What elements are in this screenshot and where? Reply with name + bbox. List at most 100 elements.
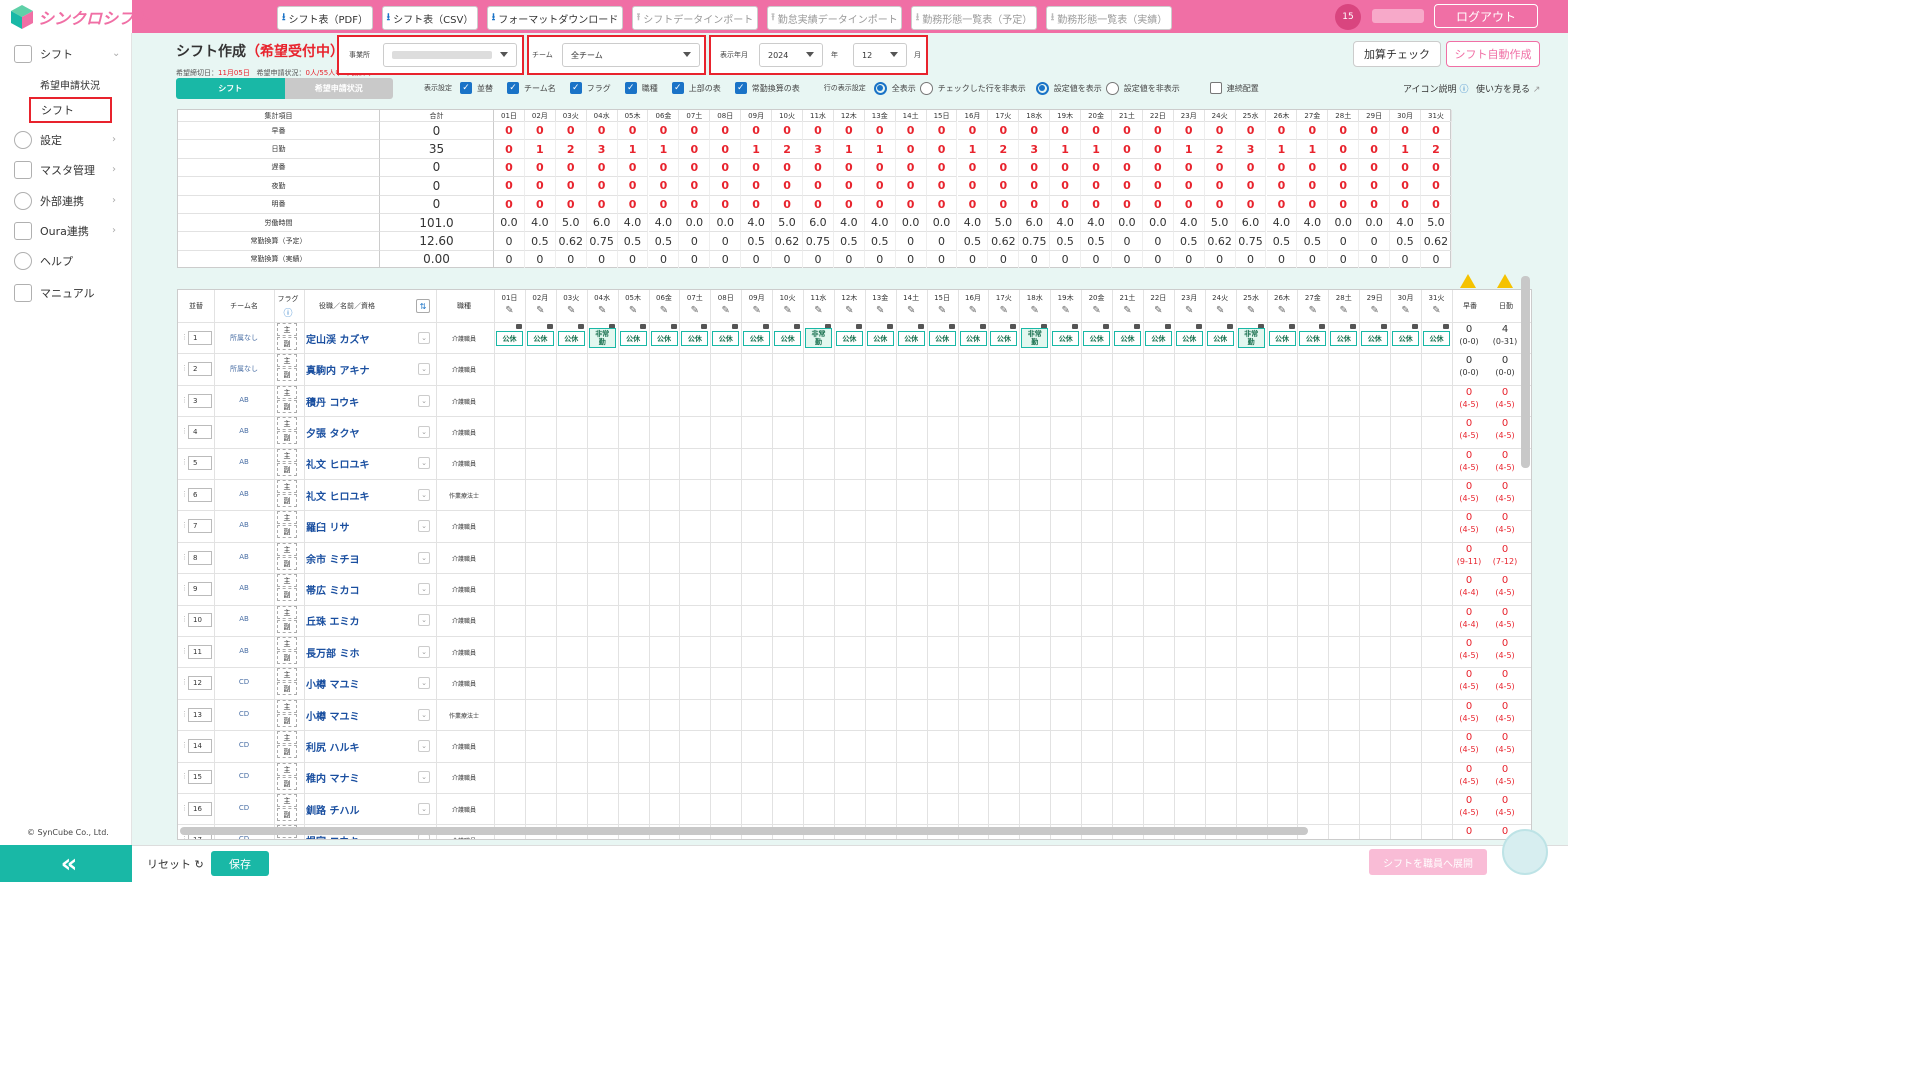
auto-create-button[interactable]: シフト自動作成 [1446, 41, 1540, 67]
flag-sub[interactable]: 副 [277, 462, 297, 476]
shift-cell[interactable]: 公休 [866, 331, 894, 346]
staff-name[interactable]: 真駒内 アキナ [306, 362, 369, 377]
edit-pencil-icon[interactable]: ✎ [649, 304, 680, 316]
shift-import-button[interactable]: ⭱ シフトデータインポート [632, 6, 758, 30]
sort-icon[interactable]: ⇅ [416, 299, 430, 313]
checkbox-team[interactable]: ✓ [507, 82, 519, 94]
staff-name[interactable]: 定山渓 カズヤ [306, 331, 369, 346]
chevron-down-icon[interactable]: ⌄ [418, 677, 430, 690]
shift-cell[interactable]: 公休 [1144, 331, 1172, 346]
flag-badges[interactable]: 主副 [277, 354, 297, 382]
staff-name[interactable]: 小樽 マユミ [306, 676, 359, 691]
order-input[interactable]: 8 [188, 550, 212, 565]
flag-main[interactable]: 主 [277, 699, 297, 713]
edit-pencil-icon[interactable]: ✎ [927, 304, 958, 316]
staff-name[interactable]: 積丹 コウキ [306, 394, 359, 409]
shift-cell[interactable]: 公休 [835, 331, 863, 346]
sidebar-item-manual[interactable]: マニュアル [14, 284, 95, 302]
shift-cell[interactable]: 公休 [1175, 331, 1203, 346]
chevron-down-icon[interactable]: ⌄ [418, 425, 430, 438]
flag-badges[interactable]: 主副 [277, 637, 297, 665]
pdf-export-button[interactable]: ⭳ シフト表（PDF） [277, 6, 373, 30]
chevron-down-icon[interactable]: ⌄ [418, 331, 430, 344]
vertical-scrollbar[interactable] [1521, 276, 1530, 468]
order-input[interactable]: 5 [188, 456, 212, 471]
checkbox-sort[interactable]: ✓ [460, 82, 472, 94]
flag-badges[interactable]: 主副 [277, 511, 297, 539]
chevron-right-icon[interactable]: › [112, 164, 116, 175]
office-select[interactable] [383, 43, 517, 67]
order-input[interactable]: 1 [188, 330, 212, 345]
reset-button[interactable]: リセット ↻ [147, 856, 204, 872]
flag-main[interactable]: 主 [277, 574, 297, 588]
sidebar-item-master[interactable]: マスタ管理 [14, 161, 95, 179]
checkbox-top-table[interactable]: ✓ [671, 82, 684, 94]
flag-sub[interactable]: 副 [277, 839, 297, 840]
edit-pencil-icon[interactable]: ✎ [1297, 304, 1328, 316]
flag-sub[interactable]: 副 [277, 399, 297, 413]
chevron-down-icon[interactable]: ⌄ [418, 551, 430, 564]
flag-badges[interactable]: 主副 [277, 762, 297, 791]
flag-badges[interactable]: 主副 [277, 385, 297, 414]
shift-cell[interactable]: 非常 勤 [1237, 328, 1265, 348]
flag-badges[interactable]: 主副 [277, 323, 297, 351]
chevron-down-icon[interactable]: ⌄ [418, 520, 430, 533]
chatbot-robot-icon[interactable] [1502, 829, 1548, 875]
flag-badges[interactable]: 主副 [277, 731, 297, 759]
shift-cell[interactable]: 非常 勤 [588, 328, 616, 348]
flag-sub[interactable]: 副 [277, 808, 297, 821]
shift-cell[interactable]: 非常 勤 [1021, 328, 1049, 348]
shift-cell[interactable]: 公休 [526, 331, 554, 346]
order-input[interactable]: 11 [188, 644, 212, 659]
edit-pencil-icon[interactable]: ✎ [525, 304, 556, 316]
edit-pencil-icon[interactable]: ✎ [988, 304, 1019, 316]
staff-name[interactable]: 稚内 マナミ [306, 770, 359, 785]
flag-sub[interactable]: 副 [277, 713, 297, 727]
chevron-down-icon[interactable]: ⌄ [418, 645, 430, 658]
flag-main[interactable]: 主 [277, 480, 297, 493]
shift-cell[interactable]: 公休 [650, 331, 678, 346]
flag-badges[interactable]: 主副 [277, 699, 297, 728]
staff-name[interactable]: 余市 ミチヨ [306, 551, 359, 566]
sidebar-collapse-button[interactable]: « [0, 845, 132, 882]
year-select[interactable]: 2024 [759, 43, 823, 67]
shift-cell[interactable]: 公休 [619, 331, 647, 346]
chevron-right-icon[interactable]: › [112, 134, 116, 145]
flag-main[interactable]: 主 [277, 542, 297, 556]
flag-sub[interactable]: 副 [277, 619, 297, 633]
edit-pencil-icon[interactable]: ✎ [1267, 304, 1298, 316]
order-input[interactable]: 12 [188, 676, 212, 691]
format-download-button[interactable]: ⭳ フォーマットダウンロード [487, 6, 623, 30]
edit-pencil-icon[interactable]: ✎ [1081, 304, 1112, 316]
flag-badges[interactable]: 主副 [277, 542, 297, 571]
shift-cell[interactable]: 公休 [1052, 331, 1080, 346]
order-input[interactable]: 16 [188, 801, 212, 816]
edit-pencil-icon[interactable]: ✎ [1421, 304, 1452, 316]
icon-help-link[interactable]: アイコン説明 ⓘ [1403, 82, 1468, 95]
shift-cell[interactable]: 公休 [1083, 331, 1111, 346]
edit-pencil-icon[interactable]: ✎ [772, 304, 803, 316]
order-input[interactable]: 9 [188, 581, 212, 596]
edit-pencil-icon[interactable]: ✎ [1050, 304, 1081, 316]
edit-pencil-icon[interactable]: ✎ [865, 304, 896, 316]
radio-hide-checked[interactable] [919, 81, 933, 95]
flag-sub[interactable]: 副 [277, 556, 297, 570]
staff-name[interactable]: 長万部 ミホ [306, 645, 359, 660]
logo[interactable]: シンクロシフト [0, 0, 150, 33]
checkbox-consecutive[interactable] [1209, 82, 1222, 94]
checkbox-fte-table[interactable]: ✓ [734, 82, 747, 94]
staff-name[interactable]: 羅臼 リサ [306, 519, 349, 534]
flag-badges[interactable]: 主副 [277, 668, 297, 696]
shift-cell[interactable]: 公休 [1299, 331, 1327, 346]
shift-cell[interactable]: 公休 [1330, 331, 1358, 346]
edit-pencil-icon[interactable]: ✎ [1174, 304, 1205, 316]
flag-sub[interactable]: 副 [277, 368, 297, 382]
chevron-down-icon[interactable]: ⌄ [112, 48, 120, 59]
flag-main[interactable]: 主 [277, 511, 297, 525]
team-select[interactable]: 全チーム [562, 43, 700, 67]
horizontal-scrollbar[interactable] [180, 827, 1308, 835]
order-input[interactable]: 4 [188, 424, 212, 439]
attendance-import-button[interactable]: ⭱ 勤怠実績データインポート [767, 6, 902, 30]
shift-cell[interactable]: 公休 [1361, 331, 1389, 346]
calc-check-button[interactable]: 加算チェック [1353, 41, 1441, 67]
